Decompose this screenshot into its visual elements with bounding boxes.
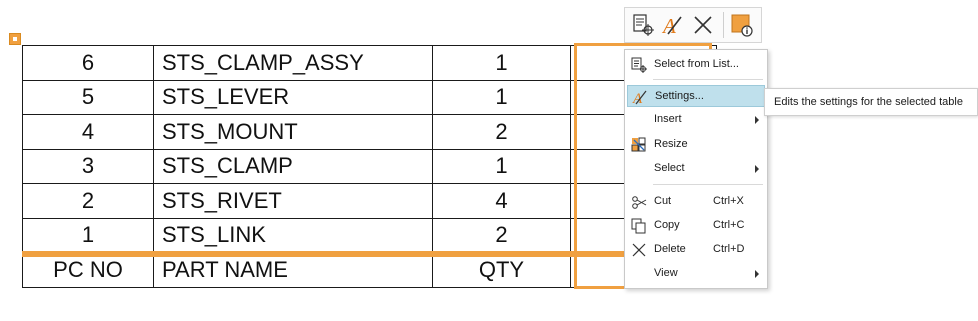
select-from-list-button[interactable] bbox=[629, 11, 657, 39]
context-menu: Select from List... A Settings... Insert… bbox=[624, 49, 768, 289]
properties-icon bbox=[731, 14, 753, 37]
menu-item-shortcut: Ctrl+X bbox=[713, 195, 744, 207]
select-from-list-icon bbox=[631, 57, 647, 73]
part-name-cell[interactable]: STS_CLAMP bbox=[153, 148, 433, 184]
settings-button[interactable]: A bbox=[659, 11, 687, 39]
settings-tooltip: Edits the settings for the selected tabl… bbox=[764, 88, 978, 116]
menu-item-settings[interactable]: A Settings... bbox=[627, 85, 765, 107]
menu-separator bbox=[653, 79, 763, 80]
menu-item-insert[interactable]: Insert bbox=[627, 109, 765, 131]
pc-no-cell[interactable]: 4 bbox=[22, 114, 154, 150]
copy-icon bbox=[631, 218, 646, 234]
toolbar-separator bbox=[723, 12, 724, 38]
menu-item-label: Delete bbox=[654, 243, 686, 255]
menu-item-label: Insert bbox=[654, 113, 682, 125]
delete-icon bbox=[694, 16, 712, 34]
menu-item-label: Copy bbox=[654, 219, 680, 231]
submenu-arrow-icon bbox=[755, 270, 759, 278]
part-name-cell[interactable]: STS_CLAMP_ASSY bbox=[153, 45, 433, 81]
delete-button[interactable] bbox=[689, 11, 717, 39]
menu-separator bbox=[653, 184, 763, 185]
menu-item-label: Resize bbox=[654, 138, 688, 150]
part-name-cell[interactable]: STS_LINK bbox=[153, 217, 433, 253]
settings-icon: A bbox=[632, 90, 647, 105]
scissors-icon bbox=[632, 196, 647, 209]
pc-no-cell[interactable]: 3 bbox=[22, 148, 154, 184]
menu-item-label: View bbox=[654, 267, 678, 279]
delete-icon bbox=[632, 243, 646, 257]
menu-item-view[interactable]: View bbox=[627, 263, 765, 285]
pc-no-cell[interactable]: 5 bbox=[22, 79, 154, 115]
table-anchor-icon[interactable] bbox=[9, 33, 21, 45]
submenu-arrow-icon bbox=[755, 165, 759, 173]
header-pc-no[interactable]: PC NO bbox=[22, 252, 154, 288]
settings-icon: A bbox=[661, 14, 682, 37]
part-name-cell[interactable]: STS_RIVET bbox=[153, 183, 433, 219]
part-name-cell[interactable]: STS_MOUNT bbox=[153, 114, 433, 150]
menu-item-delete[interactable]: Delete Ctrl+D bbox=[627, 239, 765, 261]
header-part-name[interactable]: PART NAME bbox=[153, 252, 433, 288]
menu-item-label: Select from List... bbox=[654, 58, 739, 70]
select-from-list-icon bbox=[633, 14, 654, 36]
menu-item-label: Settings... bbox=[655, 90, 704, 102]
qty-cell[interactable]: 1 bbox=[432, 45, 571, 81]
qty-cell[interactable]: 2 bbox=[432, 217, 571, 253]
menu-item-shortcut: Ctrl+C bbox=[713, 219, 745, 231]
part-name-cell[interactable]: STS_LEVER bbox=[153, 79, 433, 115]
qty-cell[interactable]: 1 bbox=[432, 148, 571, 184]
menu-item-label: Cut bbox=[654, 195, 672, 207]
menu-item-select-from-list[interactable]: Select from List... bbox=[627, 54, 765, 76]
menu-item-resize[interactable]: Resize bbox=[627, 134, 765, 156]
menu-item-select[interactable]: Select bbox=[627, 158, 765, 180]
mini-toolbar: A bbox=[624, 7, 762, 43]
menu-item-copy[interactable]: Copy Ctrl+C bbox=[627, 215, 765, 237]
menu-item-cut[interactable]: Cut Ctrl+X bbox=[627, 191, 765, 213]
menu-item-shortcut: Ctrl+D bbox=[713, 243, 745, 255]
header-qty[interactable]: QTY bbox=[432, 252, 571, 288]
pc-no-cell[interactable]: 6 bbox=[22, 45, 154, 81]
qty-cell[interactable]: 2 bbox=[432, 114, 571, 150]
qty-cell[interactable]: 4 bbox=[432, 183, 571, 219]
submenu-arrow-icon bbox=[755, 116, 759, 124]
resize-icon bbox=[631, 137, 646, 152]
pc-no-cell[interactable]: 1 bbox=[22, 217, 154, 253]
menu-item-label: Select bbox=[654, 162, 685, 174]
pc-no-cell[interactable]: 2 bbox=[22, 183, 154, 219]
properties-button[interactable] bbox=[728, 11, 756, 39]
qty-cell[interactable]: 1 bbox=[432, 79, 571, 115]
